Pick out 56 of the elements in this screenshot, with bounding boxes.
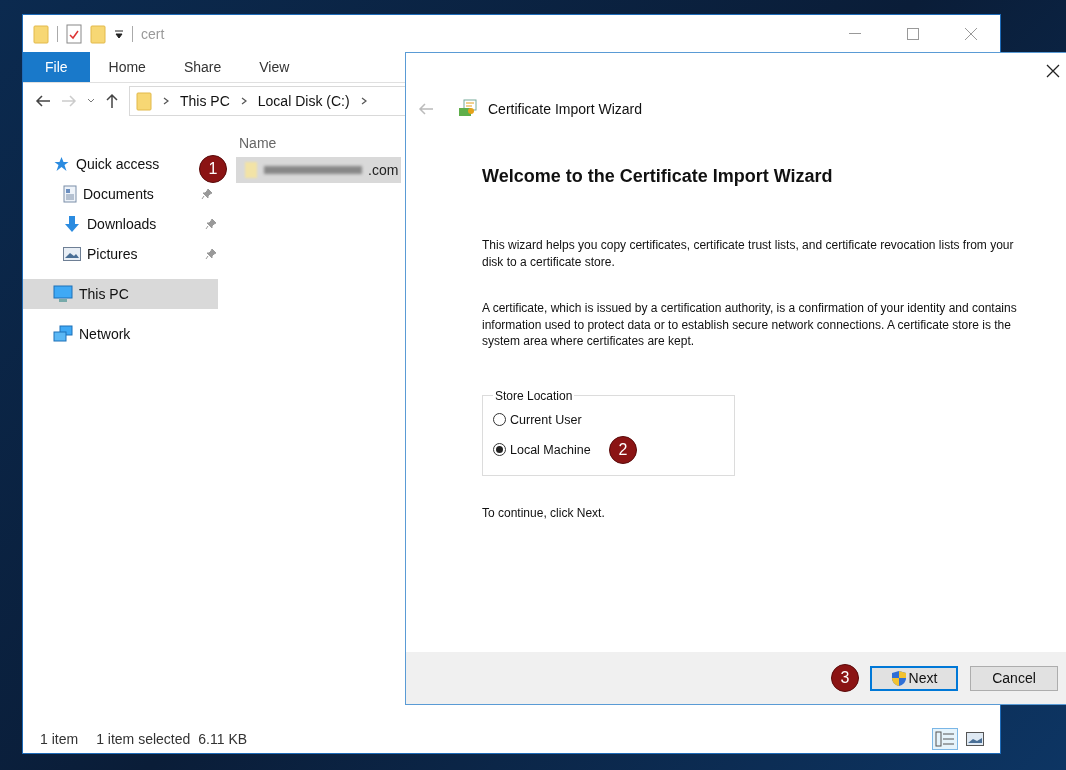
pin-icon[interactable] <box>205 248 217 260</box>
picture-icon <box>63 247 81 261</box>
breadcrumb[interactable]: This PC <box>180 93 230 109</box>
group-label: Store Location <box>494 388 574 403</box>
ribbon-tab[interactable]: File <box>23 52 90 82</box>
pin-icon[interactable] <box>205 218 217 230</box>
star-icon <box>53 156 70 172</box>
radio-label[interactable]: Local Machine <box>510 442 591 457</box>
file-row[interactable]: .com <box>236 157 401 183</box>
nav-item[interactable]: Pictures <box>23 239 221 269</box>
certificate-file-icon <box>244 161 258 179</box>
folder-icon <box>136 91 152 111</box>
folder-icon <box>33 23 49 44</box>
close-icon[interactable] <box>1046 64 1060 78</box>
nav-item[interactable]: Downloads <box>23 209 221 239</box>
pin-icon[interactable] <box>201 188 213 200</box>
monitor-icon <box>53 285 73 303</box>
chevron-icon <box>239 96 248 106</box>
chevron-icon <box>359 96 368 106</box>
dropdown-icon[interactable] <box>114 28 124 39</box>
window-title: cert <box>141 25 165 42</box>
ribbon-tab[interactable]: Share <box>164 52 241 82</box>
maximize-icon[interactable] <box>907 27 919 40</box>
nav-item[interactable]: This PC <box>23 279 218 309</box>
new-folder-icon <box>90 23 106 44</box>
document-icon <box>63 185 77 203</box>
step-marker: 2 <box>609 435 637 464</box>
ribbon-tab[interactable]: View <box>240 52 309 82</box>
status-text: 6.11 KB <box>198 730 248 747</box>
status-text: 1 item <box>40 730 79 747</box>
back-icon[interactable] <box>35 94 51 108</box>
instruction-text: To continue, click Next. <box>482 505 606 520</box>
recent-dropdown-icon[interactable] <box>87 98 95 104</box>
dialog-title: Certificate Import Wizard <box>488 101 643 117</box>
step-marker: 1 <box>199 155 227 183</box>
breadcrumb[interactable]: Local Disk (C:) <box>257 93 350 109</box>
network-icon <box>53 325 73 343</box>
next-button[interactable]: Next <box>870 665 958 691</box>
chevron-icon <box>162 96 170 106</box>
nav-item[interactable]: Network <box>23 319 135 349</box>
properties-icon[interactable] <box>66 23 82 44</box>
certificate-icon <box>458 99 478 119</box>
minimize-icon[interactable] <box>849 32 861 35</box>
nav-item[interactable]: Quick access <box>23 149 164 179</box>
cancel-button[interactable]: Cancel <box>970 665 1058 691</box>
down-arrow-icon <box>63 215 81 233</box>
step-marker: 3 <box>831 663 859 692</box>
paragraph: This wizard helps you copy certificates, certificate trust lists, and certificate revocation lists from your disk to a certificate store. <box>482 237 1015 270</box>
shield-icon <box>890 669 907 687</box>
radio-label[interactable]: Current User <box>510 412 582 427</box>
wizard-heading: Welcome to the Certificate Import Wizard <box>482 166 834 187</box>
up-icon[interactable] <box>105 93 119 109</box>
status-text: 1 item selected <box>96 730 191 747</box>
paragraph: A certificate, which is issued by a certification authority, is a confirmation of your identity and contains information used to protect data or to establish secure network connections. A certificate store is the system area where certificates are kept. <box>482 300 1018 350</box>
column-header[interactable]: Name <box>239 135 277 151</box>
ribbon-tab[interactable]: Home <box>89 52 165 82</box>
